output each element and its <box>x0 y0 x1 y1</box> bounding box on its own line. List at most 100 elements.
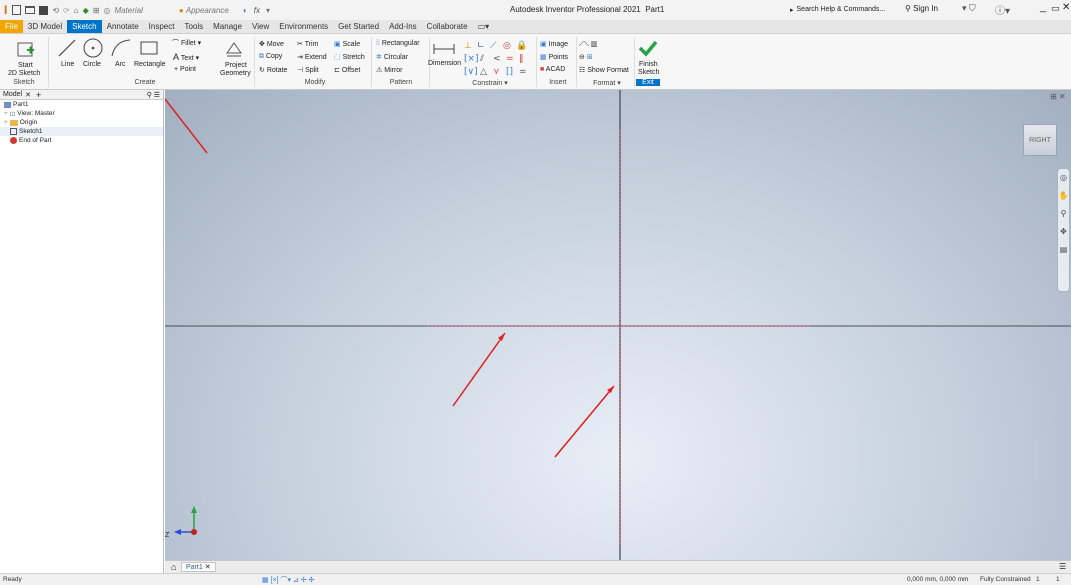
search-input[interactable]: Search Help & Commands... <box>797 6 886 13</box>
tab-collaborate[interactable]: Collaborate <box>422 20 473 33</box>
mirror-button[interactable]: ⚠ Mirror <box>376 66 403 74</box>
restore-button[interactable]: ▭ <box>1051 3 1060 14</box>
dimension-button[interactable]: Dimension <box>428 60 461 67</box>
image-button[interactable]: ▣ Image <box>540 40 568 48</box>
browser-tab-model[interactable]: Model <box>3 91 22 98</box>
browser-search-icon[interactable]: ⚲ <box>147 91 152 99</box>
material-dropdown[interactable]: Material <box>114 6 142 15</box>
project-geometry-icon[interactable] <box>224 39 244 59</box>
tab-view[interactable]: View <box>247 20 274 33</box>
document-title: Part1 <box>645 5 665 14</box>
parameters-icon[interactable]: ◐ <box>243 6 248 15</box>
copy-button[interactable]: ⧉ Copy <box>259 53 282 61</box>
tab-3d-model[interactable]: 3D Model <box>23 20 67 33</box>
select-icon[interactable]: ⊞ <box>93 6 100 15</box>
rotate-button[interactable]: ↻ Rotate <box>259 66 287 74</box>
tree-node-part[interactable]: Part1 <box>0 100 163 109</box>
start-2d-sketch-icon[interactable] <box>16 40 36 58</box>
look-at-icon[interactable]: ▤ <box>1058 241 1069 259</box>
zoom-icon[interactable]: ⚲ <box>1058 205 1069 223</box>
appearance-icon: ● <box>178 5 184 15</box>
save-icon[interactable] <box>39 5 49 15</box>
tab-add-ins[interactable]: Add-Ins <box>384 20 422 33</box>
panel-name-constrain[interactable]: Constrain ▾ <box>455 79 525 87</box>
trim-button[interactable]: ✂ Trim <box>297 40 318 48</box>
finish-sketch-label2[interactable]: Sketch <box>638 69 659 76</box>
tree-node-sketch1[interactable]: Sketch1 <box>0 127 163 136</box>
finish-sketch-icon[interactable] <box>638 39 658 57</box>
format-toggle-icons[interactable]: ⊖ ⊞ <box>579 53 593 61</box>
close-browser-icon[interactable]: ✕ <box>25 91 31 99</box>
undo-icon[interactable]: ⟲ <box>52 6 59 15</box>
new-icon[interactable] <box>12 5 22 15</box>
update-icon[interactable]: ◆ <box>83 6 89 15</box>
tab-sketch[interactable]: Sketch <box>67 20 102 33</box>
tab-annotate[interactable]: Annotate <box>102 20 144 33</box>
circular-pattern-button[interactable]: ✲ Circular <box>376 53 408 61</box>
line-icon[interactable] <box>56 38 78 58</box>
tab-get-started[interactable]: Get Started <box>333 20 384 33</box>
offset-button[interactable]: ⊏ Offset <box>334 66 360 74</box>
panel-name-format[interactable]: Format ▾ <box>582 79 632 87</box>
arc-button[interactable]: Arc <box>115 61 126 68</box>
tab-file[interactable]: File <box>0 20 23 33</box>
finish-sketch-label[interactable]: Finish <box>639 61 658 68</box>
cart-icon[interactable]: ▾ ⛉ <box>962 3 976 14</box>
tab-environments[interactable]: Environments <box>274 20 333 33</box>
add-browser-icon[interactable]: + <box>36 90 41 100</box>
line-button[interactable]: Line <box>61 61 74 68</box>
format-icons[interactable]: ⟋⟍ ▥ <box>579 40 597 49</box>
split-button[interactable]: ⊣ Split <box>297 66 319 74</box>
steering-wheel-icon[interactable]: ◎ <box>1058 169 1069 187</box>
tree-node-end-of-part[interactable]: End of Part <box>0 136 163 145</box>
minimize-button[interactable]: _ <box>1040 1 1046 13</box>
close-button[interactable]: ✕ <box>1062 2 1070 13</box>
expand-icon[interactable]: + <box>4 119 8 126</box>
extend-button[interactable]: ⇥ Extend <box>297 53 327 61</box>
tabs-menu-icon[interactable]: ☰ <box>1059 562 1066 571</box>
show-format-button[interactable]: ☷ Show Format <box>579 66 629 74</box>
tree-node-view[interactable]: + ⊡ View: Master <box>0 109 163 118</box>
circle-button[interactable]: Circle <box>83 61 101 68</box>
status-toolbar-icons[interactable]: ▦ [×] ⌒▾ ⊿ ✢ ✣ <box>262 575 314 585</box>
rectangular-pattern-button[interactable]: ⁞⁞ Rectangular <box>376 40 420 47</box>
sign-in-button[interactable]: ⚲ Sign In <box>905 4 938 13</box>
move-button[interactable]: ✥ Move <box>259 40 284 48</box>
annotation-arrowhead-y-axis <box>607 386 614 393</box>
arc-icon[interactable] <box>110 38 132 58</box>
viewcube-close-icon[interactable]: ⊞ ✕ <box>1050 92 1066 101</box>
home-tab-icon[interactable]: ⌂ <box>171 562 176 572</box>
appearance-dropdown[interactable]: Appearance <box>186 6 229 15</box>
text-button[interactable]: A Text ▾ <box>173 52 199 62</box>
fillet-button[interactable]: ⌒ Fillet ▾ <box>172 38 201 48</box>
search-box[interactable]: ▸ Search Help & Commands... <box>790 3 892 16</box>
expand-icon[interactable]: + <box>4 110 8 117</box>
tab-inspect[interactable]: Inspect <box>144 20 180 33</box>
orbit-icon[interactable]: ✥ <box>1058 223 1069 241</box>
point-button[interactable]: + Point <box>174 66 196 73</box>
pan-icon[interactable]: ✋ <box>1058 187 1069 205</box>
redo-icon[interactable]: ⟳ <box>63 6 70 15</box>
close-tab-icon[interactable]: ✕ <box>205 563 211 571</box>
circle-icon[interactable] <box>82 37 104 59</box>
home-icon[interactable]: ⌂ <box>74 6 79 15</box>
tab-tools[interactable]: Tools <box>179 20 208 33</box>
scale-button[interactable]: ▣ Scale <box>334 40 360 48</box>
points-button[interactable]: ▦ Points <box>540 53 568 61</box>
customize-icon[interactable]: ▾ <box>266 6 270 15</box>
panel-options-icon[interactable]: ▭▾ <box>473 20 495 33</box>
tab-manage[interactable]: Manage <box>208 20 247 33</box>
tree-node-origin[interactable]: + Origin <box>0 118 163 127</box>
rectangle-icon[interactable] <box>139 40 159 56</box>
document-tab-part1[interactable]: Part1 ✕ <box>181 562 216 572</box>
fx-icon[interactable]: fx <box>254 6 260 15</box>
acad-button[interactable]: ■ ACAD <box>540 66 565 73</box>
dimension-icon[interactable] <box>432 42 456 56</box>
graphics-canvas[interactable]: Z ⊞ ✕ RIGHT ◎ ✋ ⚲ ✥ ▤ <box>165 90 1071 560</box>
browser-menu-icon[interactable]: ☰ <box>154 91 160 99</box>
stretch-button[interactable]: ⬚ Stretch <box>334 53 365 61</box>
rectangle-button[interactable]: Rectangle <box>134 61 166 68</box>
viewcube[interactable]: RIGHT <box>1023 124 1057 156</box>
help-icon[interactable]: ⓘ▾ <box>995 2 1010 17</box>
open-icon[interactable] <box>25 6 36 14</box>
